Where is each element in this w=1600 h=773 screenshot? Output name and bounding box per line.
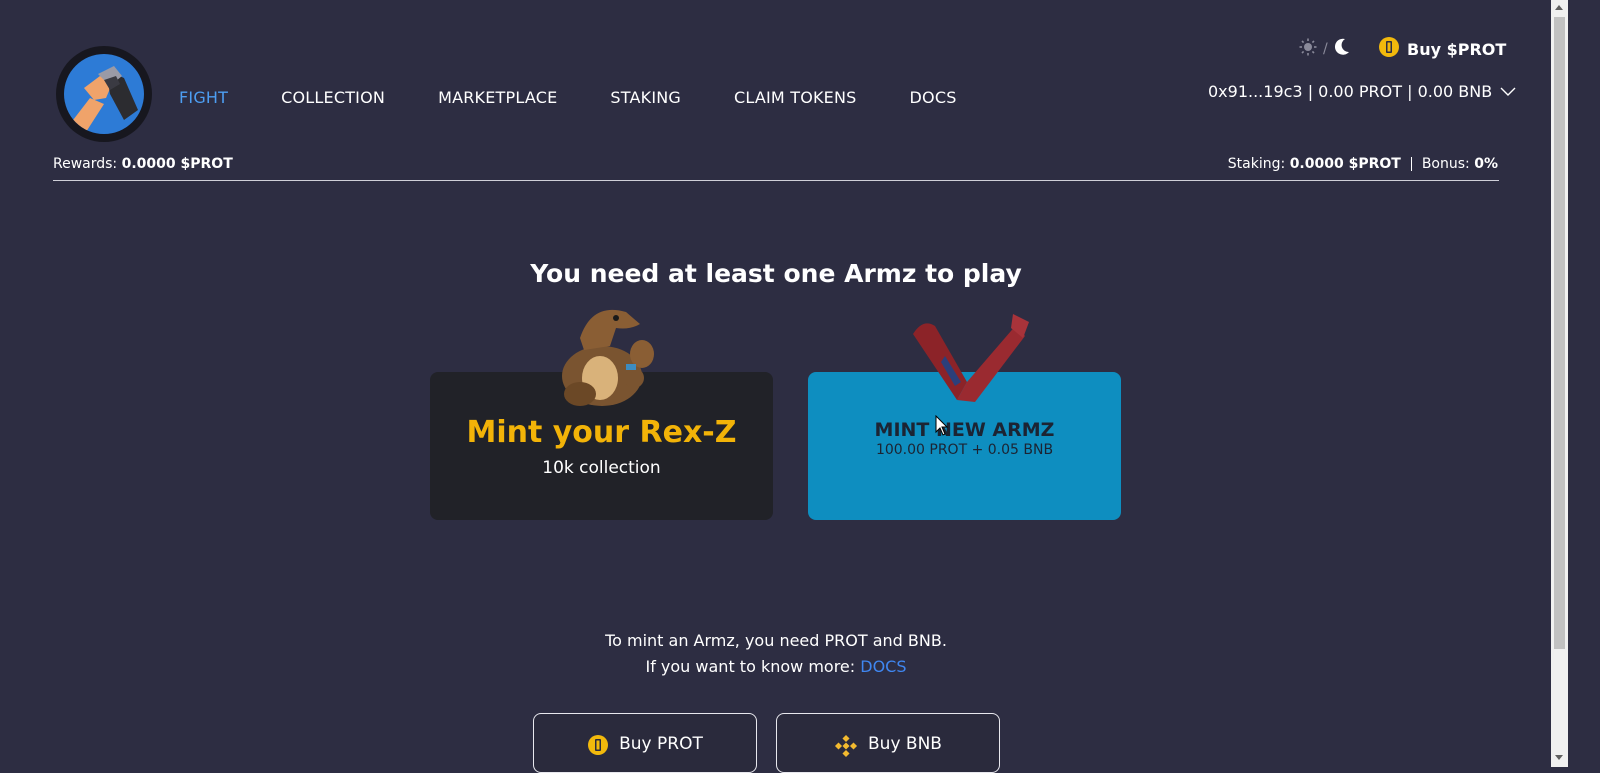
status-divider [1410,157,1412,171]
nav-staking[interactable]: STAKING [610,88,681,107]
buy-bnb-label: Buy BNB [868,734,942,754]
bnb-icon [834,734,858,772]
buy-prot-button[interactable]: Buy PROT [533,713,757,773]
scroll-down-arrow-icon[interactable] [1555,755,1563,760]
chevron-down-icon [1500,82,1516,101]
header-divider [53,180,1499,181]
armz-arms-image [905,312,1030,407]
rewards-status: Rewards: 0.0000 $PROT [53,156,233,172]
docs-link[interactable]: DOCS [860,657,906,676]
mint-rex-title: Mint your Rex-Z [466,415,737,450]
rex-dinosaur-image [550,298,660,410]
staking-status: Staking: 0.0000 $PROT Bonus: 0% [1228,156,1498,172]
staking-value: 0.0000 $PROT [1289,156,1401,172]
staking-label: Staking: [1227,156,1286,172]
wallet-dropdown[interactable]: 0x91...19c3 | 0.00 PROT | 0.00 BNB [1208,82,1516,101]
buy-prot-header-label: Buy $PROT [1407,39,1507,59]
theme-toggle[interactable]: / [1299,38,1350,60]
buy-prot-header-button[interactable]: Buy $PROT [1378,36,1506,62]
sun-icon[interactable] [1299,38,1317,60]
mouse-cursor-icon [935,414,949,441]
page-title: You need at least one Armz to play [530,259,1022,288]
mint-info-line1: To mint an Armz, you need PROT and BNB. [605,631,947,650]
mint-info: To mint an Armz, you need PROT and BNB. … [0,628,1552,680]
buy-bnb-button[interactable]: Buy BNB [776,713,1000,773]
mint-info-line2: If you want to know more: [645,657,856,676]
main-nav: FIGHT COLLECTION MARKETPLACE STAKING CLA… [179,88,1010,107]
scrollbar-thumb[interactable] [1554,17,1565,649]
wallet-summary: 0x91...19c3 | 0.00 PROT | 0.00 BNB [1208,82,1493,101]
bonus-value: 0% [1474,156,1498,172]
page-scrollbar[interactable] [1551,0,1568,767]
scroll-up-arrow-icon[interactable] [1555,5,1563,10]
nav-docs[interactable]: DOCS [910,88,957,107]
rewards-label: Rewards: [53,156,118,172]
bonus-label: Bonus: [1421,156,1470,172]
nav-collection[interactable]: COLLECTION [281,88,385,107]
moon-icon[interactable] [1334,38,1350,60]
rewards-value: 0.0000 $PROT [121,156,233,172]
mint-armz-title: MINT NEW ARMZ [874,419,1055,441]
nav-claim-tokens[interactable]: CLAIM TOKENS [734,88,857,107]
logo[interactable] [56,46,152,142]
prot-coin-icon [1378,36,1400,62]
prot-coin-icon [587,734,609,772]
mint-rex-subtitle: 10k collection [542,458,661,478]
buy-prot-label: Buy PROT [619,734,703,754]
logo-armwrestling-icon [64,54,144,134]
nav-fight[interactable]: FIGHT [179,88,228,107]
theme-separator: / [1323,41,1328,57]
nav-marketplace[interactable]: MARKETPLACE [438,88,557,107]
mint-armz-price: 100.00 PROT + 0.05 BNB [875,442,1054,458]
